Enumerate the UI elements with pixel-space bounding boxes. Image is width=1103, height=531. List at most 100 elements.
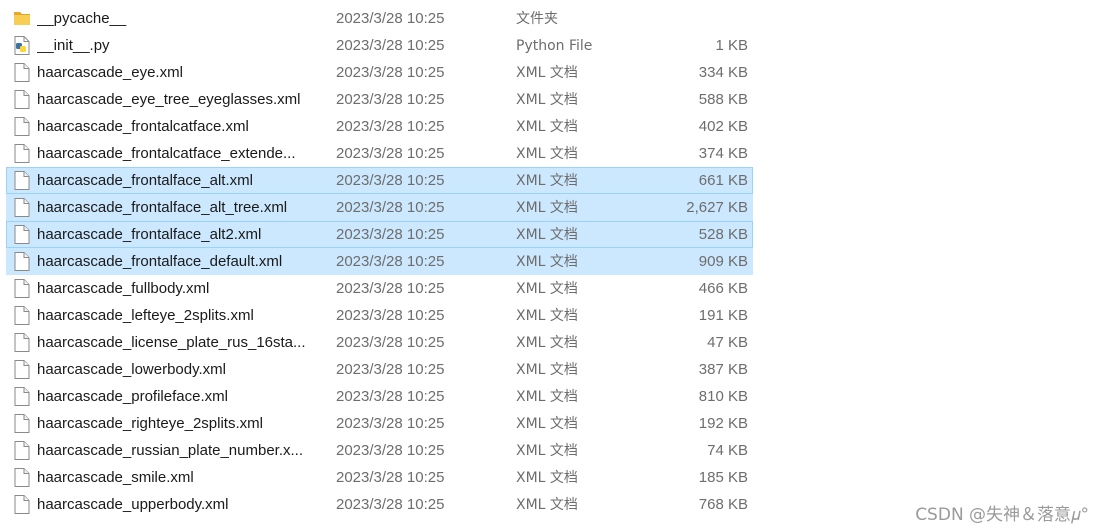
- file-row[interactable]: haarcascade_smile.xml 2023/3/28 10:25 XM…: [6, 464, 753, 491]
- csdn-watermark: CSDN @失神＆落意𝜇°: [915, 505, 1089, 525]
- xml-file-icon: [14, 360, 30, 379]
- file-row[interactable]: haarcascade_eye_tree_eyeglasses.xml 2023…: [6, 86, 753, 113]
- file-date-modified: 2023/3/28 10:25: [336, 199, 445, 216]
- file-size: 768 KB: [698, 496, 748, 513]
- file-date-modified: 2023/3/28 10:25: [336, 10, 445, 27]
- file-type: XML 文档: [516, 281, 578, 297]
- file-size: 374 KB: [698, 145, 748, 162]
- file-row[interactable]: haarcascade_russian_plate_number.x... 20…: [6, 437, 753, 464]
- folder-icon: [14, 9, 30, 28]
- file-type: XML 文档: [516, 308, 578, 324]
- file-type: XML 文档: [516, 227, 578, 243]
- file-date-modified: 2023/3/28 10:25: [336, 64, 445, 81]
- file-size: 528 KB: [698, 226, 748, 243]
- xml-file-icon: [14, 63, 30, 82]
- file-name: haarcascade_frontalface_alt2.xml: [37, 226, 262, 243]
- file-name: haarcascade_lefteye_2splits.xml: [37, 307, 254, 324]
- file-row[interactable]: haarcascade_eye.xml 2023/3/28 10:25 XML …: [6, 59, 753, 86]
- file-name: haarcascade_frontalcatface.xml: [37, 118, 249, 135]
- file-type: XML 文档: [516, 146, 578, 162]
- file-name: haarcascade_russian_plate_number.x...: [37, 442, 304, 459]
- file-size: 402 KB: [698, 118, 748, 135]
- file-size: 810 KB: [698, 388, 748, 405]
- python-file-icon: [14, 36, 30, 55]
- file-size: 191 KB: [698, 307, 748, 324]
- file-row[interactable]: __pycache__ 2023/3/28 10:25 文件夹: [6, 5, 753, 32]
- xml-file-icon: [14, 468, 30, 487]
- file-date-modified: 2023/3/28 10:25: [336, 226, 445, 243]
- file-row[interactable]: haarcascade_righteye_2splits.xml 2023/3/…: [6, 410, 753, 437]
- file-type: XML 文档: [516, 200, 578, 216]
- file-row[interactable]: haarcascade_lefteye_2splits.xml 2023/3/2…: [6, 302, 753, 329]
- file-type: XML 文档: [516, 389, 578, 405]
- file-size: 387 KB: [698, 361, 748, 378]
- file-type: XML 文档: [516, 335, 578, 351]
- xml-file-icon: [14, 279, 30, 298]
- file-name: haarcascade_upperbody.xml: [37, 496, 229, 513]
- file-size: 661 KB: [698, 172, 748, 189]
- file-type: XML 文档: [516, 92, 578, 108]
- file-date-modified: 2023/3/28 10:25: [336, 496, 445, 513]
- file-size: 1 KB: [715, 37, 748, 54]
- xml-file-icon: [14, 90, 30, 109]
- xml-file-icon: [14, 306, 30, 325]
- file-size: 74 KB: [707, 442, 748, 459]
- file-date-modified: 2023/3/28 10:25: [336, 145, 445, 162]
- file-name: haarcascade_frontalface_alt.xml: [37, 172, 253, 189]
- file-date-modified: 2023/3/28 10:25: [336, 307, 445, 324]
- file-name: __pycache__: [37, 10, 127, 27]
- file-size: 47 KB: [707, 334, 748, 351]
- file-type: XML 文档: [516, 416, 578, 432]
- file-name: haarcascade_license_plate_rus_16sta...: [37, 334, 306, 351]
- xml-file-icon: [14, 198, 30, 217]
- file-name: haarcascade_eye.xml: [37, 64, 183, 81]
- file-type: XML 文档: [516, 173, 578, 189]
- file-name: haarcascade_frontalface_alt_tree.xml: [37, 199, 288, 216]
- file-size: 334 KB: [698, 64, 748, 81]
- file-date-modified: 2023/3/28 10:25: [336, 253, 445, 270]
- file-row[interactable]: haarcascade_frontalface_alt.xml 2023/3/2…: [6, 167, 753, 194]
- file-name: haarcascade_fullbody.xml: [37, 280, 210, 297]
- file-name: haarcascade_profileface.xml: [37, 388, 228, 405]
- file-date-modified: 2023/3/28 10:25: [336, 442, 445, 459]
- file-date-modified: 2023/3/28 10:25: [336, 91, 445, 108]
- file-name: haarcascade_eye_tree_eyeglasses.xml: [37, 91, 301, 108]
- file-row[interactable]: haarcascade_lowerbody.xml 2023/3/28 10:2…: [6, 356, 753, 383]
- file-date-modified: 2023/3/28 10:25: [336, 415, 445, 432]
- file-size: 2,627 KB: [686, 199, 748, 216]
- file-date-modified: 2023/3/28 10:25: [336, 469, 445, 486]
- file-type: 文件夹: [516, 11, 558, 27]
- file-name: haarcascade_frontalcatface_extende...: [37, 145, 296, 162]
- file-size: 588 KB: [698, 91, 748, 108]
- file-row[interactable]: haarcascade_frontalface_alt_tree.xml 202…: [6, 194, 753, 221]
- file-row[interactable]: haarcascade_license_plate_rus_16sta... 2…: [6, 329, 753, 356]
- file-date-modified: 2023/3/28 10:25: [336, 361, 445, 378]
- file-name: __init__.py: [37, 37, 110, 54]
- file-row[interactable]: haarcascade_frontalface_default.xml 2023…: [6, 248, 753, 275]
- file-date-modified: 2023/3/28 10:25: [336, 388, 445, 405]
- xml-file-icon: [14, 144, 30, 163]
- file-type: Python File: [516, 38, 593, 54]
- file-row[interactable]: haarcascade_profileface.xml 2023/3/28 10…: [6, 383, 753, 410]
- xml-file-icon: [14, 495, 30, 514]
- file-name: haarcascade_lowerbody.xml: [37, 361, 226, 378]
- file-row[interactable]: haarcascade_fullbody.xml 2023/3/28 10:25…: [6, 275, 753, 302]
- file-type: XML 文档: [516, 362, 578, 378]
- file-date-modified: 2023/3/28 10:25: [336, 172, 445, 189]
- file-type: XML 文档: [516, 497, 578, 513]
- file-date-modified: 2023/3/28 10:25: [336, 334, 445, 351]
- xml-file-icon: [14, 441, 30, 460]
- xml-file-icon: [14, 387, 30, 406]
- file-name: haarcascade_righteye_2splits.xml: [37, 415, 263, 432]
- file-row[interactable]: haarcascade_upperbody.xml 2023/3/28 10:2…: [6, 491, 753, 518]
- file-row[interactable]: haarcascade_frontalcatface_extende... 20…: [6, 140, 753, 167]
- xml-file-icon: [14, 252, 30, 271]
- file-type: XML 文档: [516, 443, 578, 459]
- file-type: XML 文档: [516, 254, 578, 270]
- file-row[interactable]: __init__.py 2023/3/28 10:25 Python File …: [6, 32, 753, 59]
- file-name: haarcascade_smile.xml: [37, 469, 194, 486]
- xml-file-icon: [14, 171, 30, 190]
- file-type: XML 文档: [516, 119, 578, 135]
- file-row[interactable]: haarcascade_frontalface_alt2.xml 2023/3/…: [6, 221, 753, 248]
- file-row[interactable]: haarcascade_frontalcatface.xml 2023/3/28…: [6, 113, 753, 140]
